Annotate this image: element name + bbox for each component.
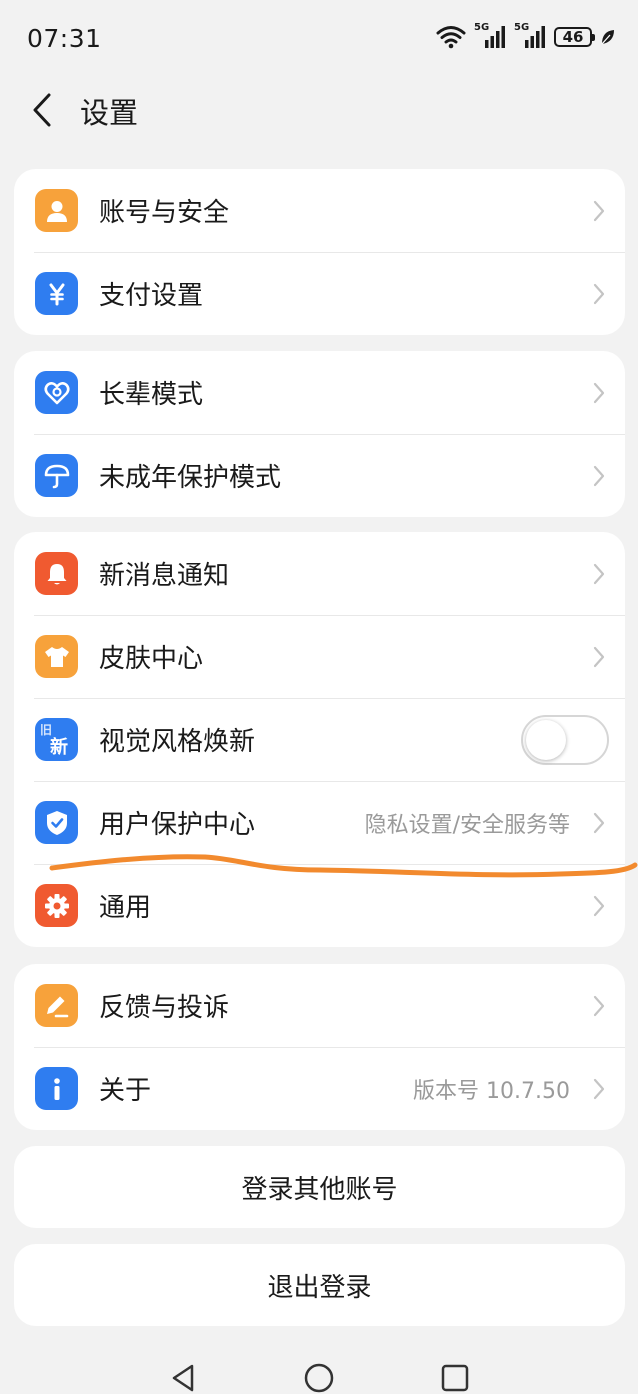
row-visual-style[interactable]: 旧 新 视觉风格焕新 bbox=[14, 698, 625, 781]
signal-1: 5G bbox=[474, 22, 506, 50]
toggle-knob bbox=[526, 719, 566, 760]
heart-icon bbox=[35, 371, 78, 414]
chevron-right-icon bbox=[593, 563, 605, 584]
status-bar: 07:31 5G 5G 46 bbox=[0, 0, 638, 80]
new-style-icon: 旧 新 bbox=[35, 718, 78, 761]
row-label: 未成年保护模式 bbox=[99, 463, 282, 493]
user-icon bbox=[35, 189, 78, 232]
chevron-right-icon bbox=[593, 465, 605, 486]
battery-level: 46 bbox=[562, 28, 584, 46]
page-title: 设置 bbox=[80, 96, 139, 130]
settings-group-general: 新消息通知 皮肤中心 旧 新 视觉风格焕新 用户保护中心 隐私设置/安全服务等 bbox=[14, 532, 625, 947]
back-button[interactable] bbox=[22, 88, 62, 132]
row-label: 新消息通知 bbox=[99, 561, 230, 591]
logout-button[interactable]: 退出登录 bbox=[14, 1244, 625, 1326]
umbrella-icon bbox=[35, 454, 78, 497]
wifi-icon bbox=[436, 26, 466, 49]
visual-style-toggle[interactable] bbox=[521, 714, 609, 765]
gear-icon bbox=[35, 884, 78, 927]
settings-group-about: 反馈与投诉 关于 版本号 10.7.50 bbox=[14, 964, 625, 1130]
shield-icon bbox=[35, 801, 78, 844]
chevron-right-icon bbox=[593, 895, 605, 916]
chevron-right-icon bbox=[593, 812, 605, 833]
status-time: 07:31 bbox=[27, 24, 102, 53]
back-arrow-icon bbox=[33, 93, 51, 127]
row-label: 通用 bbox=[99, 893, 152, 923]
row-label: 账号与安全 bbox=[99, 198, 230, 228]
row-general[interactable]: 通用 bbox=[14, 864, 625, 947]
switch-account-button[interactable]: 登录其他账号 bbox=[14, 1146, 625, 1228]
bell-icon bbox=[35, 552, 78, 595]
row-label: 支付设置 bbox=[99, 281, 204, 311]
nav-back-icon[interactable] bbox=[168, 1363, 198, 1393]
chevron-right-icon bbox=[593, 1078, 605, 1099]
edit-icon bbox=[35, 984, 78, 1027]
row-label: 皮肤中心 bbox=[99, 644, 204, 674]
row-account-security[interactable]: 账号与安全 bbox=[14, 169, 625, 252]
status-icons: 5G 5G 46 bbox=[436, 22, 616, 50]
row-label: 反馈与投诉 bbox=[99, 993, 230, 1023]
settings-group-account: 账号与安全 支付设置 bbox=[14, 169, 625, 335]
shirt-icon bbox=[35, 635, 78, 678]
settings-group-modes: 长辈模式 未成年保护模式 bbox=[14, 351, 625, 517]
row-label: 视觉风格焕新 bbox=[99, 727, 256, 757]
leaf-icon bbox=[601, 30, 614, 45]
row-minor-protection[interactable]: 未成年保护模式 bbox=[14, 434, 625, 517]
row-label: 关于 bbox=[99, 1076, 152, 1106]
signal-2: 5G bbox=[514, 22, 546, 50]
header: 设置 bbox=[0, 80, 638, 140]
nav-recents-icon[interactable] bbox=[440, 1363, 470, 1393]
nav-home-icon[interactable] bbox=[303, 1362, 335, 1394]
chevron-right-icon bbox=[593, 995, 605, 1016]
chevron-right-icon bbox=[593, 646, 605, 667]
signal-bars-icon bbox=[525, 26, 545, 48]
chevron-right-icon bbox=[593, 283, 605, 304]
system-nav-bar bbox=[0, 1341, 638, 1393]
row-feedback[interactable]: 反馈与投诉 bbox=[14, 964, 625, 1047]
row-skin-center[interactable]: 皮肤中心 bbox=[14, 615, 625, 698]
row-elder-mode[interactable]: 长辈模式 bbox=[14, 351, 625, 434]
row-payment-settings[interactable]: 支付设置 bbox=[14, 252, 625, 335]
chevron-right-icon bbox=[593, 382, 605, 403]
row-user-protection[interactable]: 用户保护中心 隐私设置/安全服务等 bbox=[14, 781, 625, 864]
row-label: 长辈模式 bbox=[99, 380, 204, 410]
info-icon bbox=[35, 1067, 78, 1110]
signal-bars-icon bbox=[485, 26, 505, 48]
icon-text-new: 新 bbox=[50, 737, 68, 758]
row-label: 用户保护中心 bbox=[99, 810, 256, 840]
battery-icon: 46 bbox=[554, 27, 595, 47]
yuan-icon bbox=[35, 272, 78, 315]
row-about[interactable]: 关于 版本号 10.7.50 bbox=[14, 1047, 625, 1130]
row-value: 隐私设置/安全服务等 bbox=[364, 812, 570, 838]
row-notifications[interactable]: 新消息通知 bbox=[14, 532, 625, 615]
version-value: 版本号 10.7.50 bbox=[413, 1078, 570, 1104]
chevron-right-icon bbox=[593, 200, 605, 221]
